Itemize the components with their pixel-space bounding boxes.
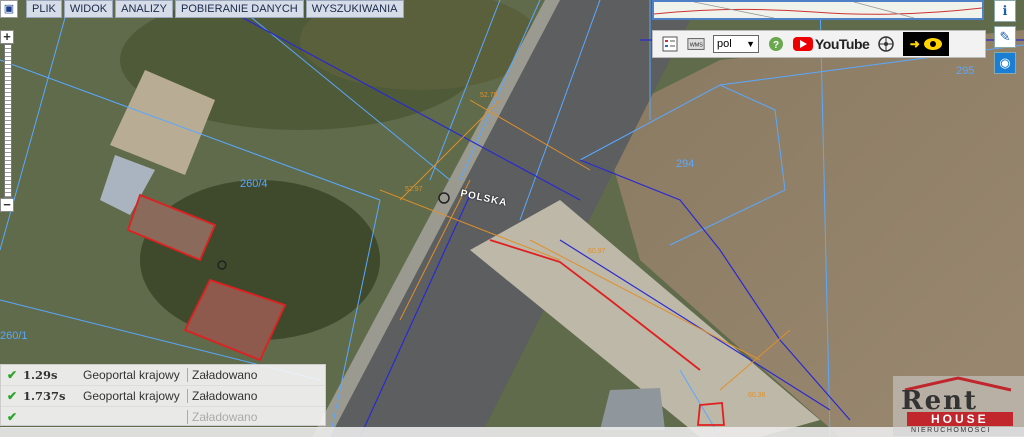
load-state: Załadowano	[192, 368, 258, 382]
load-time: 1.29s	[23, 368, 58, 382]
check-icon: ✔	[6, 410, 18, 424]
top-toolbar: WMS pol ▼ ? YouTube ➜	[652, 30, 986, 58]
language-select-value: pol	[717, 38, 732, 50]
menu-analizy[interactable]: ANALIZY	[115, 0, 173, 18]
zoom-in-button[interactable]: +	[0, 30, 14, 44]
height-label: 52.97	[405, 186, 423, 193]
loading-status-panel: ✔ 1.29s Geoportal krajowy Załadowano ✔ 1…	[0, 364, 326, 428]
eye-icon	[923, 38, 942, 50]
logo-subtitle: NIERUCHOMOŚCI	[911, 427, 991, 434]
zoom-out-button[interactable]: −	[0, 198, 14, 212]
status-row: ✔ Załadowano	[1, 407, 325, 428]
accessibility-button[interactable]: ➜	[903, 32, 950, 56]
parcel-number-label: 260/4	[240, 178, 268, 190]
load-time: 1.737s	[23, 389, 66, 403]
load-state: Załadowano	[192, 410, 258, 424]
legend-icon[interactable]	[661, 35, 679, 53]
check-icon: ✔	[6, 389, 18, 403]
menu-wyszukiwania[interactable]: WYSZUKIWANIA	[305, 0, 404, 18]
side-buttons: ℹ ✎ ◉	[994, 0, 1016, 78]
layer-source: Geoportal krajowy	[83, 389, 180, 403]
svg-text:WMS: WMS	[690, 43, 704, 49]
youtube-play-icon	[793, 37, 813, 51]
logo-rent: Rent	[901, 386, 979, 416]
rent-house-logo: Rent HOUSE NIERUCHOMOŚCI	[893, 376, 1024, 436]
parcel-number-label: 295	[956, 65, 975, 77]
svg-text:?: ?	[773, 40, 779, 51]
youtube-link[interactable]: YouTube	[793, 36, 870, 52]
check-icon: ✔	[6, 368, 18, 382]
divider	[187, 389, 188, 403]
language-select[interactable]: pol ▼	[713, 35, 759, 53]
help-icon[interactable]: ?	[767, 35, 785, 53]
zoom-control: + −	[0, 30, 14, 212]
height-label: 52.79	[480, 92, 498, 99]
layers-icon[interactable]: ▣	[0, 0, 18, 18]
building-roof	[600, 388, 665, 430]
height-label: 60.36	[748, 392, 766, 399]
parcel-number-label: 260/1	[0, 330, 28, 342]
menu-pobieranie-danych[interactable]: POBIERANIE DANYCH	[175, 0, 304, 18]
divider	[187, 410, 188, 424]
edit-icon[interactable]: ✎	[994, 26, 1016, 48]
height-label: 60.97	[588, 248, 606, 255]
status-row: ✔ 1.29s Geoportal krajowy Załadowano	[1, 365, 325, 386]
logo-house: HOUSE	[907, 412, 1013, 426]
layer-source: Geoportal krajowy	[83, 368, 180, 382]
menu-plik[interactable]: PLIK	[26, 0, 62, 18]
status-row: ✔ 1.737s Geoportal krajowy Załadowano	[1, 386, 325, 407]
wms-icon[interactable]: WMS	[687, 35, 705, 53]
visibility-eye-icon[interactable]: ◉	[994, 52, 1016, 74]
load-state: Załadowano	[192, 389, 258, 403]
coordinate-bar	[0, 427, 1024, 437]
arrow-right-icon: ➜	[909, 37, 920, 51]
chevron-down-icon: ▼	[746, 39, 755, 49]
menu-widok[interactable]: WIDOK	[63, 0, 114, 18]
info-icon[interactable]: ℹ	[994, 0, 1016, 22]
zoom-slider[interactable]	[4, 44, 12, 198]
overview-map-graphic	[653, 1, 983, 19]
divider	[187, 368, 188, 382]
overview-map[interactable]	[652, 0, 984, 20]
main-menu: PLIK WIDOK ANALIZY POBIERANIE DANYCH WYS…	[26, 0, 404, 18]
settings-wheel-icon[interactable]	[877, 35, 895, 53]
parcel-number-label: 294	[676, 158, 695, 170]
youtube-label: YouTube	[815, 36, 870, 52]
